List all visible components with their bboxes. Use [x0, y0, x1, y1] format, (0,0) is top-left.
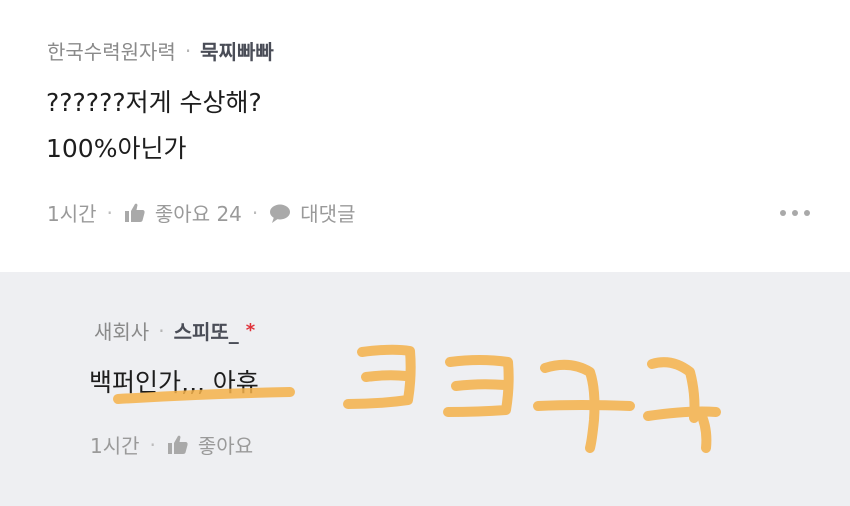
comment-actions: 1시간 · 좋아요 24 · 대댓글	[47, 198, 355, 227]
like-button[interactable]: 좋아요 24	[123, 198, 242, 227]
comment-line: 100%아닌가	[46, 134, 187, 163]
reply-author-line: 새회사 · 스피또_ *	[94, 316, 255, 345]
reply-body: 백퍼인가,,, 아휴	[89, 360, 259, 406]
separator-dot: ·	[184, 38, 192, 63]
comment-time: 1시간	[47, 202, 97, 226]
reply-time: 1시간	[90, 434, 140, 458]
author-marker: *	[245, 320, 256, 341]
comment-company: 한국수력원자력	[47, 40, 176, 64]
thumbs-up-icon	[123, 201, 147, 225]
thumbs-up-icon	[166, 433, 190, 457]
more-dots-icon[interactable]	[780, 210, 810, 216]
dot	[792, 210, 798, 216]
separator-dot: ·	[106, 200, 113, 225]
reply-card: 새회사 · 스피또_ * 백퍼인가,,, 아휴 1시간 · 좋아요	[0, 272, 850, 506]
comment-card: 한국수력원자력 · 묵찌빠빠 ??????저게 수상해? 100%아닌가 1시간…	[0, 0, 850, 272]
like-button[interactable]: 좋아요	[166, 430, 253, 459]
like-label: 좋아요	[197, 434, 254, 458]
dot	[780, 210, 786, 216]
speech-bubble-icon	[268, 201, 292, 225]
reply-nickname[interactable]: 스피또_	[174, 316, 239, 345]
like-label: 좋아요 24	[154, 202, 242, 226]
comment-body: ??????저게 수상해? 100%아닌가	[46, 80, 262, 172]
separator-dot: ·	[158, 318, 165, 343]
comment-nickname[interactable]: 묵찌빠빠	[200, 36, 274, 65]
reply-button[interactable]: 대댓글	[268, 198, 355, 227]
reply-company: 새회사	[94, 320, 150, 344]
comment-author-line: 한국수력원자력 · 묵찌빠빠	[47, 36, 274, 65]
reply-text: 백퍼인가,,, 아휴	[89, 368, 259, 397]
separator-dot: ·	[149, 432, 156, 457]
dot	[804, 210, 810, 216]
reply-actions: 1시간 · 좋아요	[90, 430, 253, 459]
reply-label: 대댓글	[300, 202, 356, 226]
separator-dot: ·	[251, 200, 259, 225]
comment-line: ??????저게 수상해?	[46, 88, 262, 117]
